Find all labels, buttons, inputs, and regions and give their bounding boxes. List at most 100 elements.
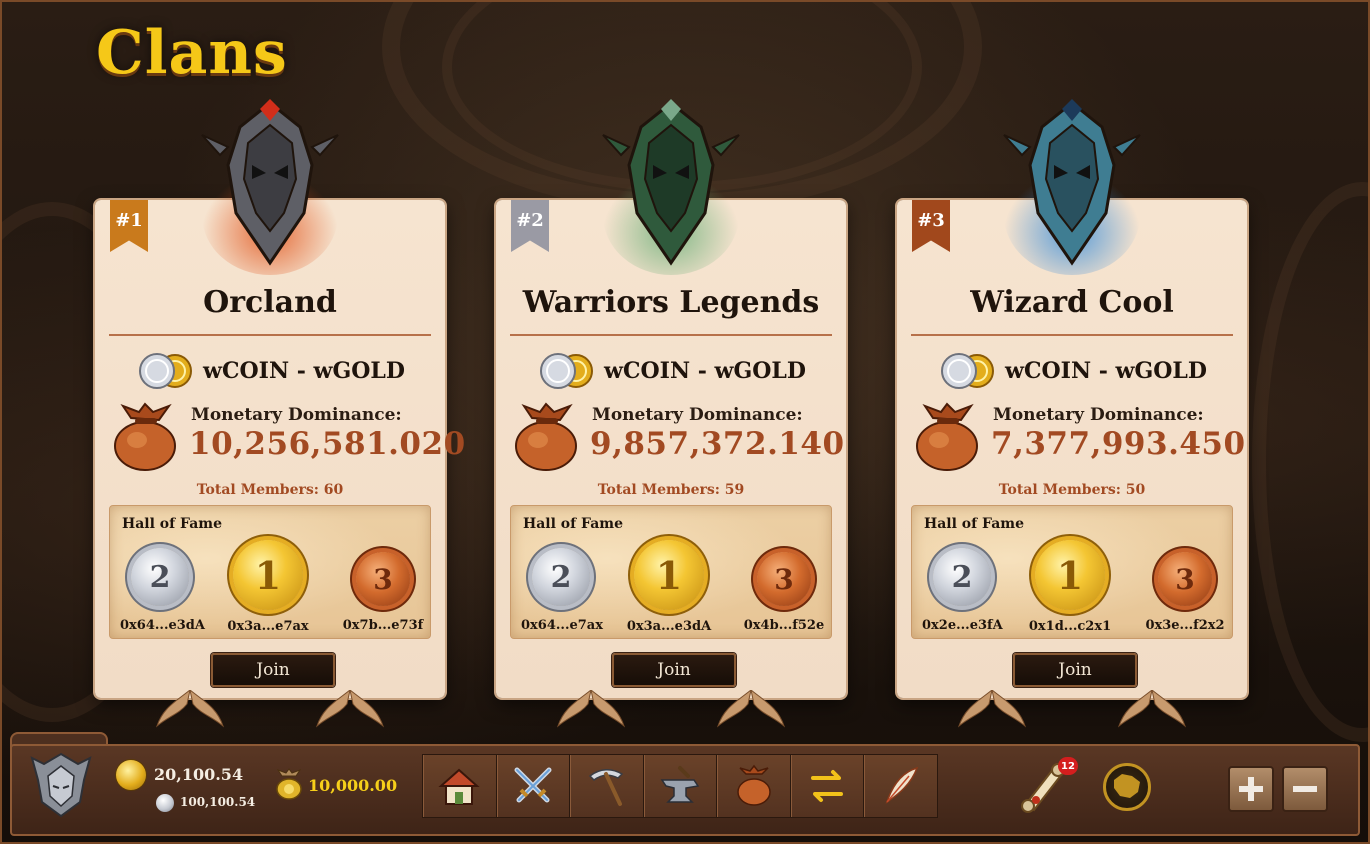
gold-pouch-icon <box>276 768 302 800</box>
card-divider <box>510 334 832 336</box>
wallet-address: 0x3e...f2x2 <box>1145 618 1225 633</box>
coin-pair-icon <box>941 353 995 389</box>
hall-of-fame: Hall of Fame 2 0x2e...e3fA 1 0x1d...c2x1… <box>911 505 1233 639</box>
plus-icon <box>1239 777 1263 801</box>
silver-medal-icon: 2 <box>532 548 590 606</box>
card-divider <box>109 334 431 336</box>
money-bag-icon <box>515 402 577 471</box>
crossed-swords-icon <box>514 767 552 803</box>
forge-button[interactable] <box>644 755 718 817</box>
zoom-in-button[interactable] <box>1228 766 1274 812</box>
join-button[interactable]: Join <box>211 653 335 687</box>
orc-helmet-icon <box>201 99 339 275</box>
hall-of-fame-entry-2[interactable]: 2 0x64...e3dA <box>120 548 205 633</box>
pouch-balance: 10,000.00 <box>308 776 398 795</box>
vine-ornament-right <box>716 690 786 728</box>
silver-coin-icon <box>156 794 174 812</box>
coin-bag-icon <box>736 764 771 806</box>
dominance-value: 9,857,372.140 <box>590 426 845 462</box>
hall-of-fame-title: Hall of Fame <box>523 516 624 532</box>
house-button[interactable] <box>423 755 497 817</box>
hall-of-fame-entry-2[interactable]: 2 0x2e...e3fA <box>922 548 1003 633</box>
coin-pair-icon <box>139 353 193 389</box>
wallet-address: 0x3a...e3dA <box>626 619 712 634</box>
hall-of-fame-entry-1[interactable]: 1 0x3a...e7ax <box>225 540 311 634</box>
clan-card-1: #1 Orcland wCOIN - wGOLD Monetary Domina… <box>95 99 465 728</box>
gold-medal-icon: 1 <box>634 540 704 610</box>
vine-ornament-left <box>957 690 1027 728</box>
silver-balance: 100,100.54 <box>180 795 256 809</box>
treasury-button[interactable] <box>717 755 791 817</box>
rank-ribbon: #1 <box>110 200 148 252</box>
silver-medal-icon: 2 <box>933 548 991 606</box>
hall-of-fame: Hall of Fame 2 0x64...e3dA 1 0x3a...e7ax… <box>109 505 431 639</box>
wizard-mask-icon <box>1003 99 1141 275</box>
page-title: Clans <box>96 18 288 88</box>
vine-ornament-right <box>315 690 385 728</box>
money-bag-icon <box>114 402 176 471</box>
hall-of-fame: Hall of Fame 2 0x64...e7ax 1 0x3a...e3dA… <box>510 505 832 639</box>
hall-of-fame-entry-2[interactable]: 2 0x64...e7ax <box>521 548 603 633</box>
wallet-address: 0x64...e7ax <box>521 618 603 633</box>
rank-ribbon: #3 <box>912 200 950 252</box>
quest-log-button[interactable] <box>864 755 937 817</box>
notification-badge: 12 <box>1058 757 1078 775</box>
map-land-shape <box>1114 774 1140 798</box>
minus-icon <box>1293 786 1317 792</box>
mining-button[interactable] <box>570 755 644 817</box>
wallet-address: 0x7b...e73f <box>342 618 424 633</box>
total-members: Total Members: 50 <box>998 482 1146 498</box>
action-toolbar <box>422 754 938 818</box>
silver-medal-icon: 2 <box>131 548 189 606</box>
wallet-address: 0x64...e3dA <box>120 618 205 633</box>
hall-of-fame-entry-3[interactable]: 3 0x4b...f52e <box>741 552 827 633</box>
hall-of-fame-entry-1[interactable]: 1 0x3a...e3dA <box>626 540 712 634</box>
bronze-medal-icon: 3 <box>757 552 811 606</box>
wallet-address: 0x4b...f52e <box>743 618 825 633</box>
background-ring-decoration <box>1252 182 1368 742</box>
wallet-address: 0x1d...c2x1 <box>1028 619 1112 634</box>
hall-of-fame-title: Hall of Fame <box>924 516 1025 532</box>
hall-of-fame-entry-3[interactable]: 3 0x3e...f2x2 <box>1142 552 1228 633</box>
zoom-out-button[interactable] <box>1282 766 1328 812</box>
gold-medal-icon: 1 <box>233 540 303 610</box>
quill-icon <box>885 766 918 804</box>
bronze-medal-icon: 3 <box>1158 552 1212 606</box>
scroll-quest-icon[interactable] <box>1018 760 1064 814</box>
total-members: Total Members: 59 <box>597 482 745 498</box>
clan-name: Warriors Legends <box>522 285 820 320</box>
vine-ornament-left <box>155 690 225 728</box>
house-icon <box>438 768 480 805</box>
join-button[interactable]: Join <box>1013 653 1137 687</box>
clan-card-2: #2 Warriors Legends wCOIN - wGOLD Moneta… <box>496 99 846 728</box>
join-button[interactable]: Join <box>612 653 736 687</box>
hall-of-fame-entry-3[interactable]: 3 0x7b...e73f <box>340 552 426 633</box>
bronze-medal-icon: 3 <box>356 552 410 606</box>
currency-pair-row: wCOIN - wGOLD <box>496 352 846 390</box>
hall-of-fame-entry-1[interactable]: 1 0x1d...c2x1 <box>1027 540 1113 634</box>
gold-balance: 20,100.54 <box>154 765 244 784</box>
player-avatar-icon[interactable] <box>28 752 94 818</box>
currency-pair-label: wCOIN - wGOLD <box>203 358 405 384</box>
coin-pair-icon <box>540 353 594 389</box>
clan-card-3: #3 Wizard Cool wCOIN - wGOLD Monetary Do… <box>897 99 1247 728</box>
battle-button[interactable] <box>497 755 571 817</box>
dominance-label: Monetary Dominance: <box>191 405 402 425</box>
rank-ribbon: #2 <box>511 200 549 252</box>
clan-name: Orcland <box>203 285 337 320</box>
knight-shield-icon <box>602 99 740 275</box>
pickaxe-icon <box>589 769 624 806</box>
wallet-address: 0x2e...e3fA <box>922 618 1003 633</box>
vine-ornament-right <box>1117 690 1187 728</box>
clan-name: Wizard Cool <box>970 285 1174 320</box>
currency-pair-label: wCOIN - wGOLD <box>1005 358 1207 384</box>
anvil-icon <box>660 766 700 803</box>
gold-coin-icon <box>116 760 146 790</box>
dominance-value: 10,256,581.020 <box>189 426 466 462</box>
exchange-arrows-icon <box>811 770 844 802</box>
hall-of-fame-title: Hall of Fame <box>122 516 223 532</box>
card-divider <box>911 334 1233 336</box>
exchange-button[interactable] <box>791 755 865 817</box>
total-members: Total Members: 60 <box>196 482 344 498</box>
world-map-icon[interactable] <box>1103 763 1151 811</box>
